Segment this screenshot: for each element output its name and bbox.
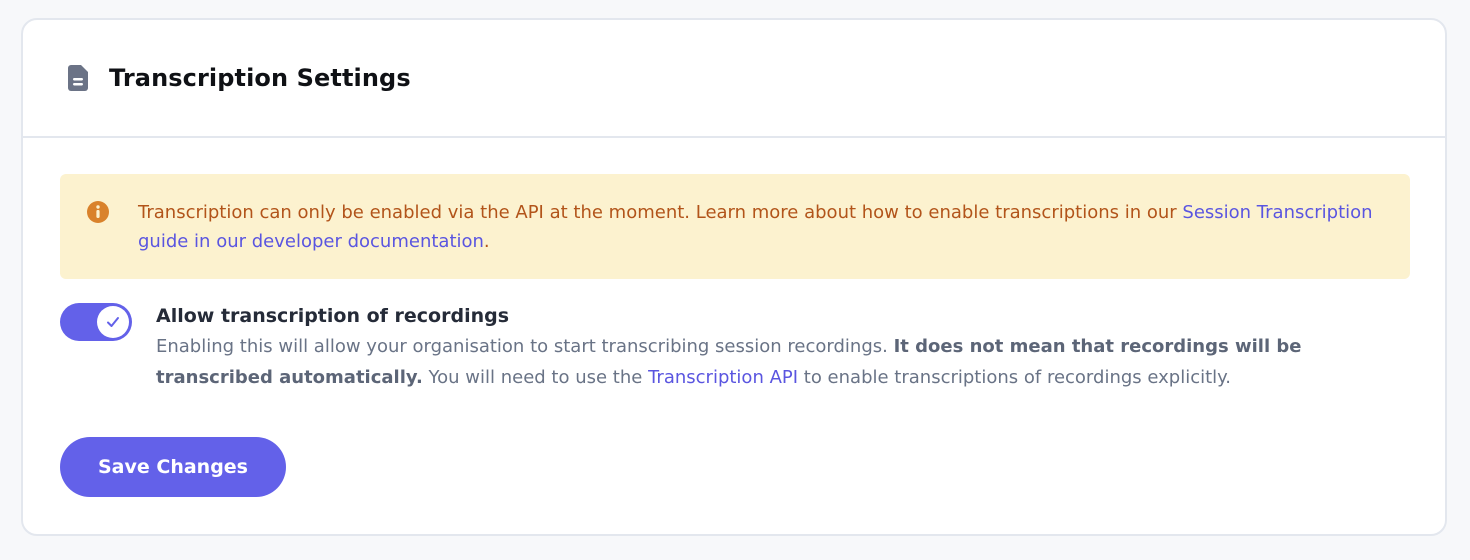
info-icon: [86, 200, 110, 224]
document-icon: [67, 64, 89, 92]
toggle-desc-part2: You will need to use the: [422, 367, 649, 388]
alert-text-end: .: [483, 231, 490, 252]
info-alert: Transcription can only be enabled via th…: [60, 174, 1410, 279]
toggle-knob: [97, 306, 129, 338]
transcription-toggle-row: Allow transcription of recordings Enabli…: [60, 303, 1408, 393]
card-header: Transcription Settings: [23, 20, 1445, 138]
transcription-settings-card: Transcription Settings Transcription can…: [21, 18, 1447, 536]
alert-text: Transcription can only be enabled via th…: [138, 202, 1183, 223]
toggle-desc-part1: Enabling this will allow your organisati…: [156, 336, 894, 357]
allow-transcription-toggle[interactable]: [60, 303, 132, 341]
check-icon: [106, 313, 120, 332]
card-body: Transcription can only be enabled via th…: [23, 138, 1445, 497]
save-changes-button[interactable]: Save Changes: [60, 437, 286, 497]
page-title: Transcription Settings: [109, 64, 411, 92]
toggle-text: Allow transcription of recordings Enabli…: [156, 303, 1396, 393]
toggle-description: Enabling this will allow your organisati…: [156, 331, 1396, 393]
alert-message: Transcription can only be enabled via th…: [138, 198, 1390, 256]
toggle-label: Allow transcription of recordings: [156, 305, 510, 327]
transcription-api-link[interactable]: Transcription API: [648, 367, 798, 388]
toggle-desc-part3: to enable transcriptions of recordings e…: [798, 367, 1231, 388]
